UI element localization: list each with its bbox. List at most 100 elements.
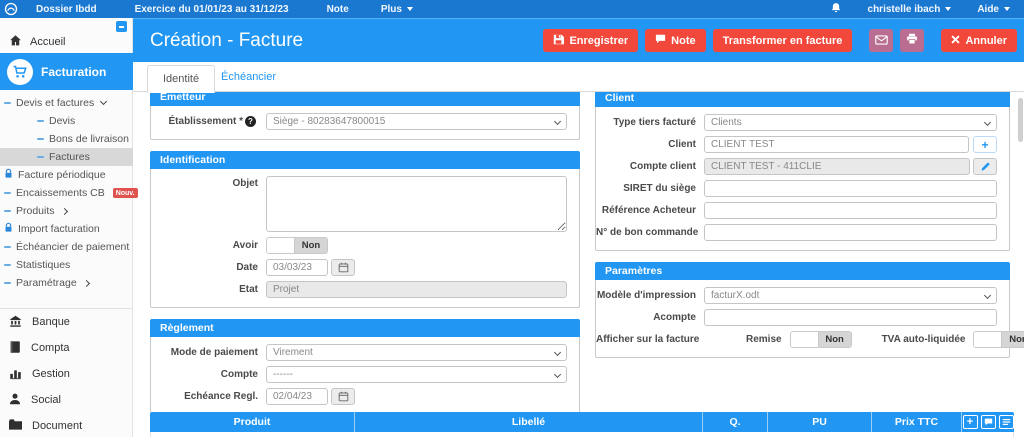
tab-identite[interactable]: Identité bbox=[147, 65, 216, 93]
reference-acheteur-input[interactable] bbox=[704, 202, 997, 219]
etablissement-select[interactable]: Siège - 80283647800015 bbox=[266, 113, 567, 130]
compte-client-field: CLIENT TEST - 411CLIE bbox=[704, 158, 970, 175]
tab-echeancier[interactable]: Échéancier bbox=[209, 62, 288, 92]
sidebar-item-social[interactable]: Social bbox=[0, 387, 133, 413]
edit-compte-client-button[interactable] bbox=[973, 158, 997, 175]
topbar-note[interactable]: Note bbox=[327, 4, 349, 15]
section-title: Règlement bbox=[150, 319, 580, 337]
sidebar-collapse-button[interactable] bbox=[116, 21, 127, 32]
calendar-button[interactable] bbox=[331, 388, 355, 405]
avoir-label: Avoir bbox=[232, 240, 258, 251]
siret-input[interactable] bbox=[704, 180, 997, 197]
cancel-button[interactable]: Annuler bbox=[941, 29, 1017, 52]
remise-toggle[interactable]: Non bbox=[789, 331, 852, 348]
help-label: Aide bbox=[977, 3, 999, 15]
calendar-icon bbox=[338, 391, 348, 402]
calendar-icon bbox=[338, 262, 348, 273]
acompte-input[interactable] bbox=[704, 309, 997, 326]
sidebar-item-label: Encaissements CB bbox=[16, 187, 105, 199]
add-client-button[interactable]: + bbox=[973, 136, 997, 153]
sidebar-item-label: Social bbox=[31, 394, 61, 406]
add-text-line-button[interactable] bbox=[998, 415, 1014, 429]
column-header-produit: Produit bbox=[150, 412, 355, 432]
date-input[interactable] bbox=[266, 259, 328, 276]
sidebar-item-accueil[interactable]: Accueil bbox=[0, 33, 132, 51]
chevron-right-icon bbox=[60, 207, 68, 215]
section-title: Client bbox=[595, 92, 1010, 107]
add-line-button[interactable]: + bbox=[962, 415, 978, 429]
tab-bar: Identité Échéancier bbox=[133, 62, 1024, 93]
sidebar-item-devis[interactable]: Devis bbox=[0, 112, 133, 130]
lock-icon bbox=[4, 168, 13, 182]
mode-paiement-select[interactable]: Virement bbox=[266, 344, 567, 361]
section-title: Identification bbox=[150, 151, 580, 169]
sidebar-module-facturation[interactable]: Facturation bbox=[0, 53, 133, 90]
help-icon[interactable]: ? bbox=[245, 116, 256, 127]
home-icon bbox=[9, 34, 22, 50]
save-button[interactable]: Enregistrer bbox=[543, 29, 639, 52]
sidebar-item-devis-et-factures[interactable]: Devis et factures bbox=[0, 94, 133, 112]
client-label: Client bbox=[668, 139, 696, 150]
sidebar-item-document[interactable]: Document bbox=[0, 413, 133, 437]
user-menu[interactable]: christelle ibach bbox=[868, 4, 952, 15]
sidebar-item-encaissements-cb[interactable]: Encaissements CB Nouv. bbox=[0, 184, 138, 202]
topbar-exercice[interactable]: Exercice du 01/01/23 au 31/12/23 bbox=[135, 4, 289, 15]
avoir-toggle[interactable]: Non bbox=[266, 237, 328, 254]
print-button[interactable] bbox=[900, 29, 925, 52]
sidebar-item-banque[interactable]: Banque bbox=[0, 309, 133, 335]
bell-icon[interactable] bbox=[830, 2, 842, 17]
sidebar-item-echeancier-de-paiement[interactable]: Échéancier de paiement bbox=[0, 238, 133, 256]
section-identification: Identification Objet Avoir Non Date 03/0… bbox=[150, 151, 580, 308]
topbar-plus-menu[interactable]: Plus bbox=[381, 4, 413, 15]
calendar-button[interactable] bbox=[331, 259, 355, 276]
help-menu[interactable]: Aide bbox=[977, 4, 1010, 15]
chevron-down-icon bbox=[983, 291, 992, 300]
text-lines-icon bbox=[1002, 419, 1010, 425]
sidebar-item-statistiques[interactable]: Statistiques bbox=[0, 256, 133, 274]
modele-impression-select[interactable]: facturX.odt bbox=[704, 287, 997, 304]
toggle-value: Non bbox=[295, 238, 327, 253]
client-input[interactable] bbox=[704, 136, 969, 153]
type-tiers-select[interactable]: Clients bbox=[704, 114, 997, 131]
tva-toggle[interactable]: Non bbox=[973, 331, 1024, 348]
sidebar-item-parametrage-sub[interactable]: Paramétrage bbox=[0, 274, 133, 292]
transform-to-invoice-button[interactable]: Transformer en facture bbox=[712, 29, 853, 52]
sidebar-item-import-facturation[interactable]: Import facturation bbox=[0, 220, 133, 238]
sidebar-item-gestion[interactable]: Gestion bbox=[0, 361, 133, 387]
sidebar-item-compta[interactable]: Compta bbox=[0, 335, 133, 361]
scrollbar[interactable] bbox=[1018, 98, 1023, 142]
sidebar-item-factures[interactable]: Factures bbox=[0, 148, 133, 166]
dash-icon bbox=[37, 138, 44, 140]
sidebar: Accueil Facturation Devis et factures De… bbox=[0, 18, 138, 437]
chevron-down-icon bbox=[1004, 7, 1010, 11]
echeance-date-input[interactable] bbox=[266, 388, 328, 405]
sidebar-item-facture-periodique[interactable]: Facture périodique bbox=[0, 166, 133, 184]
etat-field: Projet bbox=[266, 281, 567, 298]
add-comment-line-button[interactable] bbox=[980, 415, 996, 429]
dash-icon bbox=[37, 120, 44, 122]
bar-chart-icon bbox=[8, 366, 23, 383]
sidebar-item-produits[interactable]: Produits bbox=[0, 202, 133, 220]
bon-commande-input[interactable] bbox=[704, 224, 997, 241]
tab-label: Identité bbox=[163, 73, 200, 85]
chevron-down-icon bbox=[553, 348, 562, 357]
sidebar-item-bons-de-livraison[interactable]: Bons de livraison bbox=[0, 130, 133, 148]
page-header: Création - Facture Enregistrer Note Tran… bbox=[133, 18, 1024, 62]
email-button[interactable] bbox=[869, 29, 894, 52]
afficher-facture-label: Afficher sur la facture bbox=[596, 334, 700, 345]
objet-textarea[interactable] bbox=[266, 176, 567, 232]
new-badge: Nouv. bbox=[112, 188, 138, 198]
acompte-label: Acompte bbox=[653, 312, 696, 323]
type-tiers-value: Clients bbox=[711, 117, 742, 128]
section-reglement: Règlement Mode de paiement Virement Comp… bbox=[150, 319, 580, 412]
sidebar-item-label: Devis bbox=[49, 115, 76, 127]
note-button[interactable]: Note bbox=[645, 29, 706, 52]
sidebar-item-label: Facture périodique bbox=[18, 169, 106, 181]
mode-paiement-label: Mode de paiement bbox=[170, 347, 258, 358]
toggle-value: Non bbox=[818, 332, 851, 347]
compte-select[interactable]: ------ bbox=[266, 366, 567, 383]
remise-label: Remise bbox=[746, 334, 782, 345]
toggle-off-segment bbox=[974, 332, 1003, 347]
user-name: christelle ibach bbox=[867, 3, 941, 15]
topbar-dossier[interactable]: Dossier Ibdd bbox=[36, 4, 97, 15]
